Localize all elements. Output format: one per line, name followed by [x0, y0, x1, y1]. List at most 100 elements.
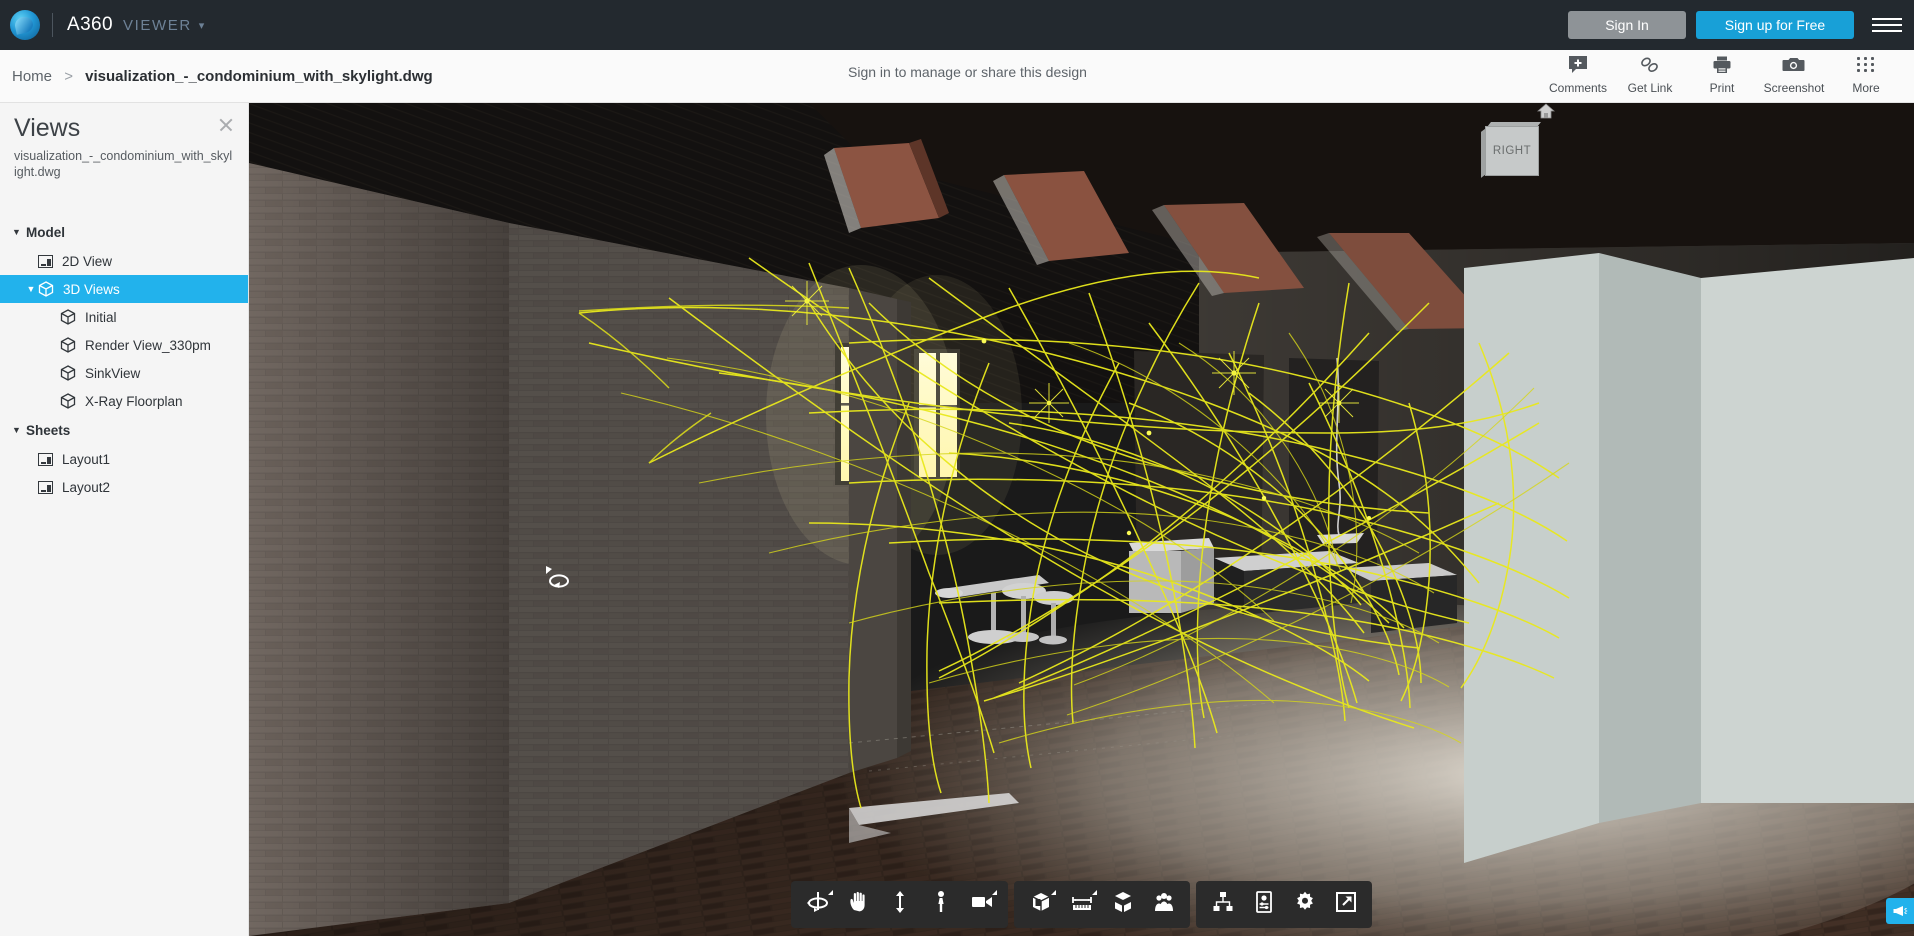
tree-item-label: X-Ray Floorplan	[85, 393, 183, 409]
views-tree: ▼ Model 2D View ▼ 3D Views Initial Render View…	[0, 217, 248, 501]
tree-item-layout2[interactable]: Layout2	[0, 473, 248, 501]
more-label: More	[1852, 80, 1880, 95]
grid-dots-icon	[1857, 54, 1875, 76]
toolbar-people-group-button[interactable]	[1143, 884, 1184, 925]
toolbar-group-1	[791, 881, 1008, 928]
orbit-cursor-icon	[544, 565, 570, 591]
tree-section-sheets[interactable]: ▼ Sheets	[0, 415, 248, 445]
caret-down-icon[interactable]: ▼	[12, 227, 26, 237]
tree-item-x-ray-floorplan[interactable]: X-Ray Floorplan	[0, 387, 248, 415]
chevron-down-icon[interactable]: ▾	[199, 19, 205, 32]
orbit-icon	[806, 890, 830, 919]
tree-item-label: Layout2	[62, 479, 111, 495]
viewer-toolbar	[249, 881, 1914, 928]
zoom-arrows-icon	[888, 890, 912, 919]
tree-item-label: 3D Views	[63, 281, 120, 297]
toolbar-fullscreen-button[interactable]	[1325, 884, 1366, 925]
tree-item-layout1[interactable]: Layout1	[0, 445, 248, 473]
2d-view-icon	[38, 480, 53, 494]
caret-down-icon[interactable]: ▼	[24, 284, 38, 294]
cube-icon	[60, 365, 76, 381]
home-icon[interactable]	[1536, 103, 1556, 119]
toolbar-orbit-button[interactable]	[797, 884, 838, 925]
tree-item-2d-view[interactable]: 2D View	[0, 247, 248, 275]
megaphone-feedback-icon[interactable]	[1886, 898, 1914, 924]
brand-logo-group[interactable]: A360 VIEWER ▾	[0, 10, 204, 40]
properties-icon	[1252, 890, 1276, 919]
toolbar-section-box-button[interactable]	[1020, 884, 1061, 925]
toolbar-group-2	[1014, 881, 1190, 928]
views-panel: Views visualization_-_condominium_with_s…	[0, 103, 249, 936]
3d-scene-render	[249, 103, 1914, 936]
tree-item-render-view-330pm[interactable]: Render View_330pm	[0, 331, 248, 359]
product-name: VIEWER	[122, 16, 192, 34]
hamburger-menu-icon[interactable]	[1872, 14, 1902, 36]
views-panel-header: Views visualization_-_condominium_with_s…	[0, 103, 248, 181]
camera-video-icon	[970, 890, 994, 919]
toolbar-measure-ruler-button[interactable]	[1061, 884, 1102, 925]
tree-item-label: Render View_330pm	[85, 337, 211, 353]
tree-item-label: SinkView	[85, 365, 141, 381]
print-label: Print	[1709, 80, 1735, 95]
toolbar-model-tree-button[interactable]	[1202, 884, 1243, 925]
breadcrumb-home-link[interactable]: Home	[12, 68, 52, 85]
top-nav-actions: Sign In Sign up for Free	[1568, 11, 1914, 39]
cube-icon	[60, 393, 76, 409]
toolbar-zoom-arrows-button[interactable]	[879, 884, 920, 925]
a360-logo-icon	[10, 10, 40, 40]
toolbar-settings-gear-button[interactable]	[1284, 884, 1325, 925]
people-group-icon	[1152, 890, 1176, 919]
tree-item-initial[interactable]: Initial	[0, 303, 248, 331]
toolbar-properties-button[interactable]	[1243, 884, 1284, 925]
printer-icon	[1712, 54, 1732, 76]
pan-hand-icon	[847, 890, 871, 919]
sign-in-button[interactable]: Sign In	[1568, 11, 1686, 39]
sign-in-prompt-message: Sign in to manage or share this design	[848, 64, 1087, 80]
settings-gear-icon	[1293, 890, 1317, 919]
toolbar-flyout-arrow-icon[interactable]	[1092, 890, 1097, 895]
toolbar-camera-video-button[interactable]	[961, 884, 1002, 925]
screenshot-button[interactable]: Screenshot	[1758, 54, 1830, 99]
more-button[interactable]: More	[1830, 54, 1902, 99]
cube-icon	[60, 309, 76, 325]
sign-up-button[interactable]: Sign up for Free	[1696, 11, 1854, 39]
caret-down-icon[interactable]: ▼	[12, 425, 26, 435]
close-icon[interactable]	[218, 117, 234, 133]
toolbar-flyout-arrow-icon[interactable]	[828, 890, 833, 895]
tree-item-label: 2D View	[62, 253, 113, 269]
document-header-bar: Home > visualization_-_condominium_with_…	[0, 50, 1914, 103]
get-link-label: Get Link	[1627, 80, 1673, 95]
toolbar-flyout-arrow-icon[interactable]	[992, 890, 997, 895]
fullscreen-icon	[1334, 890, 1358, 919]
header-tool-group: Comments Get Link Print Screenshot More	[1542, 54, 1914, 99]
tree-item-3d-views[interactable]: ▼ 3D Views	[0, 275, 248, 304]
screenshot-label: Screenshot	[1763, 80, 1825, 95]
page-title: Views	[14, 114, 81, 142]
breadcrumb: Home > visualization_-_condominium_with_…	[0, 68, 433, 85]
get-link-button[interactable]: Get Link	[1614, 54, 1686, 99]
tree-section-model[interactable]: ▼ Model	[0, 217, 248, 247]
model-tree-icon	[1211, 890, 1235, 919]
cube-icon	[38, 281, 54, 297]
print-button[interactable]: Print	[1686, 54, 1758, 99]
tree-section-label: Model	[26, 224, 65, 240]
tree-item-sinkview[interactable]: SinkView	[0, 359, 248, 387]
brand-name: A360	[67, 14, 113, 35]
toolbar-flyout-arrow-icon[interactable]	[1051, 890, 1056, 895]
toolbar-first-person-button[interactable]	[920, 884, 961, 925]
view-cube-face-label[interactable]: RIGHT	[1485, 126, 1539, 176]
view-cube[interactable]: RIGHT	[1481, 122, 1543, 180]
toolbar-pan-hand-button[interactable]	[838, 884, 879, 925]
link-chain-icon	[1638, 54, 1662, 76]
model-viewport[interactable]: RIGHT	[249, 103, 1914, 936]
toolbar-group-3	[1196, 881, 1372, 928]
logo-divider	[52, 13, 53, 37]
toolbar-explode-cube-button[interactable]	[1102, 884, 1143, 925]
views-panel-filename: visualization_-_condominium_with_skyligh…	[14, 148, 233, 180]
top-navigation-bar: A360 VIEWER ▾ Sign In Sign up for Free	[0, 0, 1914, 50]
2d-view-icon	[38, 254, 53, 268]
breadcrumb-separator: >	[64, 67, 73, 85]
measure-ruler-icon	[1070, 890, 1094, 919]
comments-button[interactable]: Comments	[1542, 54, 1614, 99]
tree-section-label: Sheets	[26, 422, 71, 438]
